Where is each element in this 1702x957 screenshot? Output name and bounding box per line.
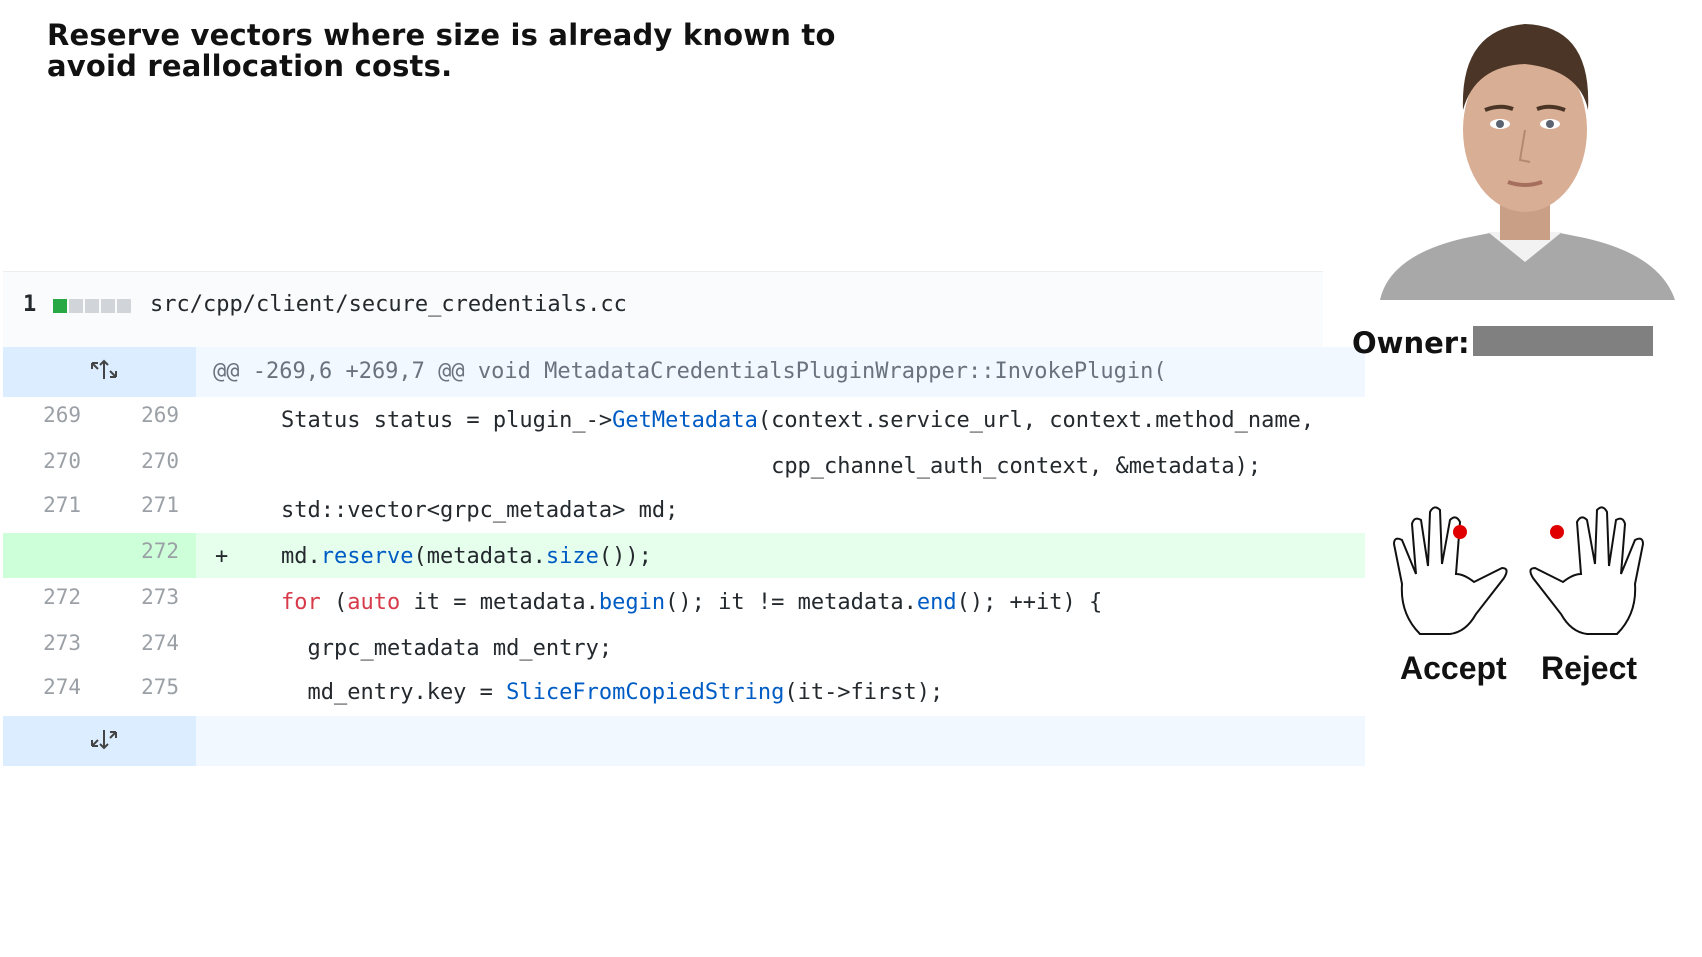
file-header: 1 src/cpp/client/secure_credentials.cc <box>3 271 1323 348</box>
diff-line-added: 272 + md.reserve(metadata.size()); <box>3 533 1365 578</box>
diff-line: 274 275 md_entry.key = SliceFromCopiedStr… <box>3 669 1365 714</box>
old-line-number[interactable] <box>3 533 81 578</box>
diffstat-block <box>101 299 115 313</box>
old-line-number[interactable]: 271 <box>3 487 81 532</box>
code-line: cpp_channel_auth_context, &metadata); <box>281 454 1262 479</box>
old-line-number[interactable]: 270 <box>3 443 81 488</box>
expand-up-icon[interactable] <box>89 359 119 381</box>
reject-button[interactable]: Reject <box>1541 650 1637 687</box>
hunk-footer-row <box>3 716 1365 766</box>
diffstat-block <box>117 299 131 313</box>
code-line: Status status = plugin_->GetMetadata(con… <box>281 408 1315 433</box>
file-path[interactable]: src/cpp/client/secure_credentials.cc <box>150 292 627 317</box>
portrait-image <box>1380 24 1675 300</box>
diff-line: 272 273 for (auto it = metadata.begin(); i… <box>3 579 1365 624</box>
code-line: std::vector<grpc_metadata> md; <box>281 498 679 523</box>
hunk-header: @@ -269,6 +269,7 @@ void MetadataCredent… <box>213 359 1167 384</box>
diffstat-bar <box>53 299 131 313</box>
diff-marker: + <box>215 544 229 569</box>
code-line: grpc_metadata md_entry; <box>281 636 613 661</box>
old-line-number[interactable]: 269 <box>3 397 81 442</box>
task-title: Reserve vectors where size is already kn… <box>47 18 836 83</box>
diffstat-block <box>85 299 99 313</box>
change-count: 1 <box>23 292 37 317</box>
diffstat-block <box>53 299 67 313</box>
diff-line: 273 274 grpc_metadata md_entry; <box>3 625 1365 670</box>
new-line-number[interactable]: 270 <box>103 443 179 488</box>
new-line-number[interactable]: 275 <box>103 669 179 714</box>
new-line-number[interactable]: 273 <box>103 579 179 624</box>
owner-label: Owner: <box>1352 326 1470 360</box>
new-line-number[interactable]: 274 <box>103 625 179 670</box>
new-line-number[interactable]: 271 <box>103 487 179 532</box>
accept-button[interactable]: Accept <box>1400 650 1507 687</box>
code-line: md_entry.key = SliceFromCopiedString(it-… <box>281 680 944 705</box>
code-line: for (auto it = metadata.begin(); it != m… <box>281 590 1103 615</box>
reject-hand-icon[interactable] <box>1527 504 1647 639</box>
accept-hand-icon[interactable] <box>1390 504 1510 639</box>
hunk-header-row: @@ -269,6 +269,7 @@ void MetadataCredent… <box>3 347 1365 397</box>
diff-line: 270 270 cpp_channel_auth_context, &metada… <box>3 443 1365 488</box>
owner-portrait <box>1360 0 1690 300</box>
old-line-number[interactable]: 272 <box>3 579 81 624</box>
old-line-number[interactable]: 273 <box>3 625 81 670</box>
old-line-number[interactable]: 274 <box>3 669 81 714</box>
expand-down-icon[interactable] <box>89 728 119 750</box>
owner-name-redacted <box>1473 326 1653 356</box>
code-line: md.reserve(metadata.size()); <box>281 544 652 569</box>
diff-line: 269 269 Status status = plugin_->GetMetada… <box>3 397 1365 442</box>
new-line-number[interactable]: 269 <box>103 397 179 442</box>
diffstat-block <box>69 299 83 313</box>
new-line-number[interactable]: 272 <box>103 533 179 578</box>
diff-view: 1 src/cpp/client/secure_credentials.cc @… <box>3 271 1365 766</box>
diff-line: 271 271 std::vector<grpc_metadata> md; <box>3 487 1365 532</box>
